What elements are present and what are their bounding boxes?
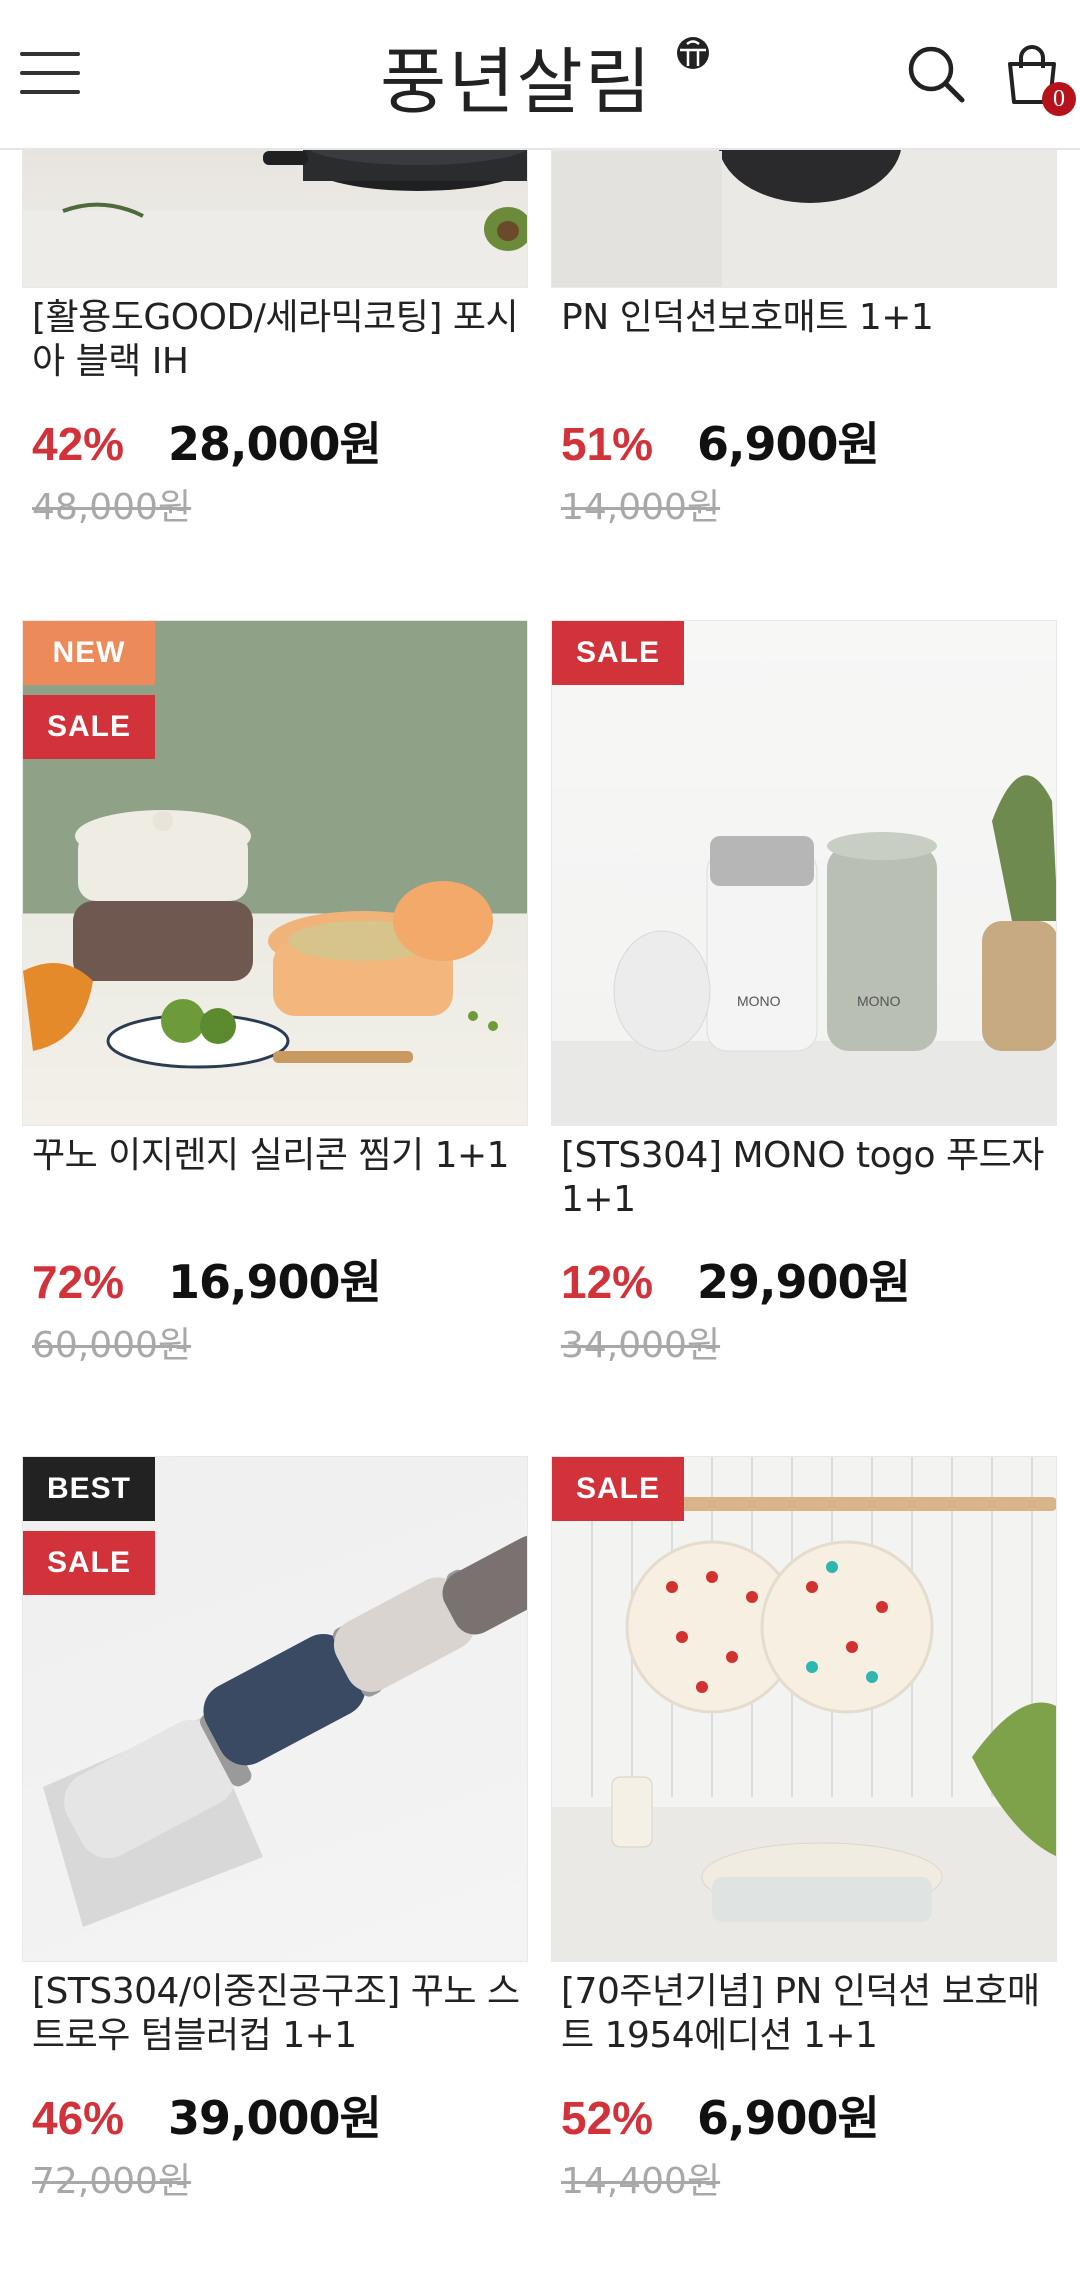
- original-price: 60,000원: [32, 1325, 192, 1366]
- product-card[interactable]: MONO MONO SALE [STS304] MONO togo 푸드자 1+…: [551, 620, 1057, 1380]
- logo-text: 풍년살림: [380, 39, 653, 124]
- original-price: 48,000원: [32, 487, 192, 528]
- sale-price: 39,000원: [168, 2091, 382, 2145]
- product-title[interactable]: [활용도GOOD/세라믹코팅] 포시아 블랙 IH: [32, 296, 522, 384]
- svg-text:MONO: MONO: [857, 993, 901, 1009]
- badge-sale: SALE: [552, 1457, 684, 1521]
- price-row: 12% 29,900원: [561, 1246, 911, 1309]
- product-image[interactable]: NEW SALE: [22, 620, 528, 1126]
- product-image[interactable]: MONO MONO SALE: [551, 620, 1057, 1126]
- hamburger-menu-icon[interactable]: [20, 48, 80, 98]
- price-row: 46% 39,000원: [32, 2082, 382, 2145]
- cart-count-badge: 0: [1042, 82, 1076, 116]
- product-card[interactable]: NEW SALE 꾸노 이지렌지 실리콘 찜기 1+1 72% 16,900원 …: [22, 620, 528, 1380]
- discount-rate: 51%: [561, 418, 654, 470]
- price-row: 72% 16,900원: [32, 1246, 382, 1309]
- logo-mark-icon: [677, 37, 709, 69]
- price-row: 51% 6,900원: [561, 408, 880, 471]
- price-row: 52% 6,900원: [561, 2082, 880, 2145]
- product-title[interactable]: [STS304] MONO togo 푸드자 1+1: [561, 1134, 1051, 1222]
- badge-sale: SALE: [552, 621, 684, 685]
- product-card[interactable]: BEST SALE [STS304/이중진공구조] 꾸노 스트로우 텀블러컵 1…: [22, 1456, 528, 2216]
- original-price: 14,000원: [561, 487, 721, 528]
- original-price: 14,400원: [561, 2161, 721, 2202]
- sale-price: 6,900원: [697, 417, 880, 471]
- discount-rate: 42%: [32, 418, 125, 470]
- product-title[interactable]: [STS304/이중진공구조] 꾸노 스트로우 텀블러컵 1+1: [32, 1970, 522, 2058]
- cart-button[interactable]: 0: [1004, 44, 1076, 116]
- product-title[interactable]: 꾸노 이지렌지 실리콘 찜기 1+1: [32, 1134, 522, 1178]
- discount-rate: 46%: [32, 2092, 125, 2144]
- discount-rate: 52%: [561, 2092, 654, 2144]
- sale-price: 28,000원: [168, 417, 382, 471]
- product-card[interactable]: SALE [70주년기념] PN 인덕션 보호매트 1954에디션 1+1 52…: [551, 1456, 1057, 2216]
- original-price: 72,000원: [32, 2161, 192, 2202]
- sale-price: 6,900원: [697, 2091, 880, 2145]
- sale-price: 29,900원: [697, 1255, 911, 1309]
- discount-rate: 12%: [561, 1256, 654, 1308]
- product-title[interactable]: PN 인덕션보호매트 1+1: [561, 296, 1051, 340]
- product-image[interactable]: BEST SALE: [22, 1456, 528, 1962]
- badge-new: NEW: [23, 621, 155, 685]
- search-icon[interactable]: [906, 44, 966, 104]
- product-title[interactable]: [70주년기념] PN 인덕션 보호매트 1954에디션 1+1: [561, 1970, 1051, 2058]
- svg-text:MONO: MONO: [737, 993, 781, 1009]
- brand-logo[interactable]: 풍년살림: [380, 30, 710, 124]
- original-price: 34,000원: [561, 1325, 721, 1366]
- sale-price: 16,900원: [168, 1255, 382, 1309]
- product-image[interactable]: SALE: [551, 1456, 1057, 1962]
- discount-rate: 72%: [32, 1256, 125, 1308]
- badge-sale: SALE: [23, 695, 155, 759]
- app-header: 풍년살림 0: [0, 0, 1080, 150]
- price-row: 42% 28,000원: [32, 408, 382, 471]
- badge-sale: SALE: [23, 1531, 155, 1595]
- badge-best: BEST: [23, 1457, 155, 1521]
